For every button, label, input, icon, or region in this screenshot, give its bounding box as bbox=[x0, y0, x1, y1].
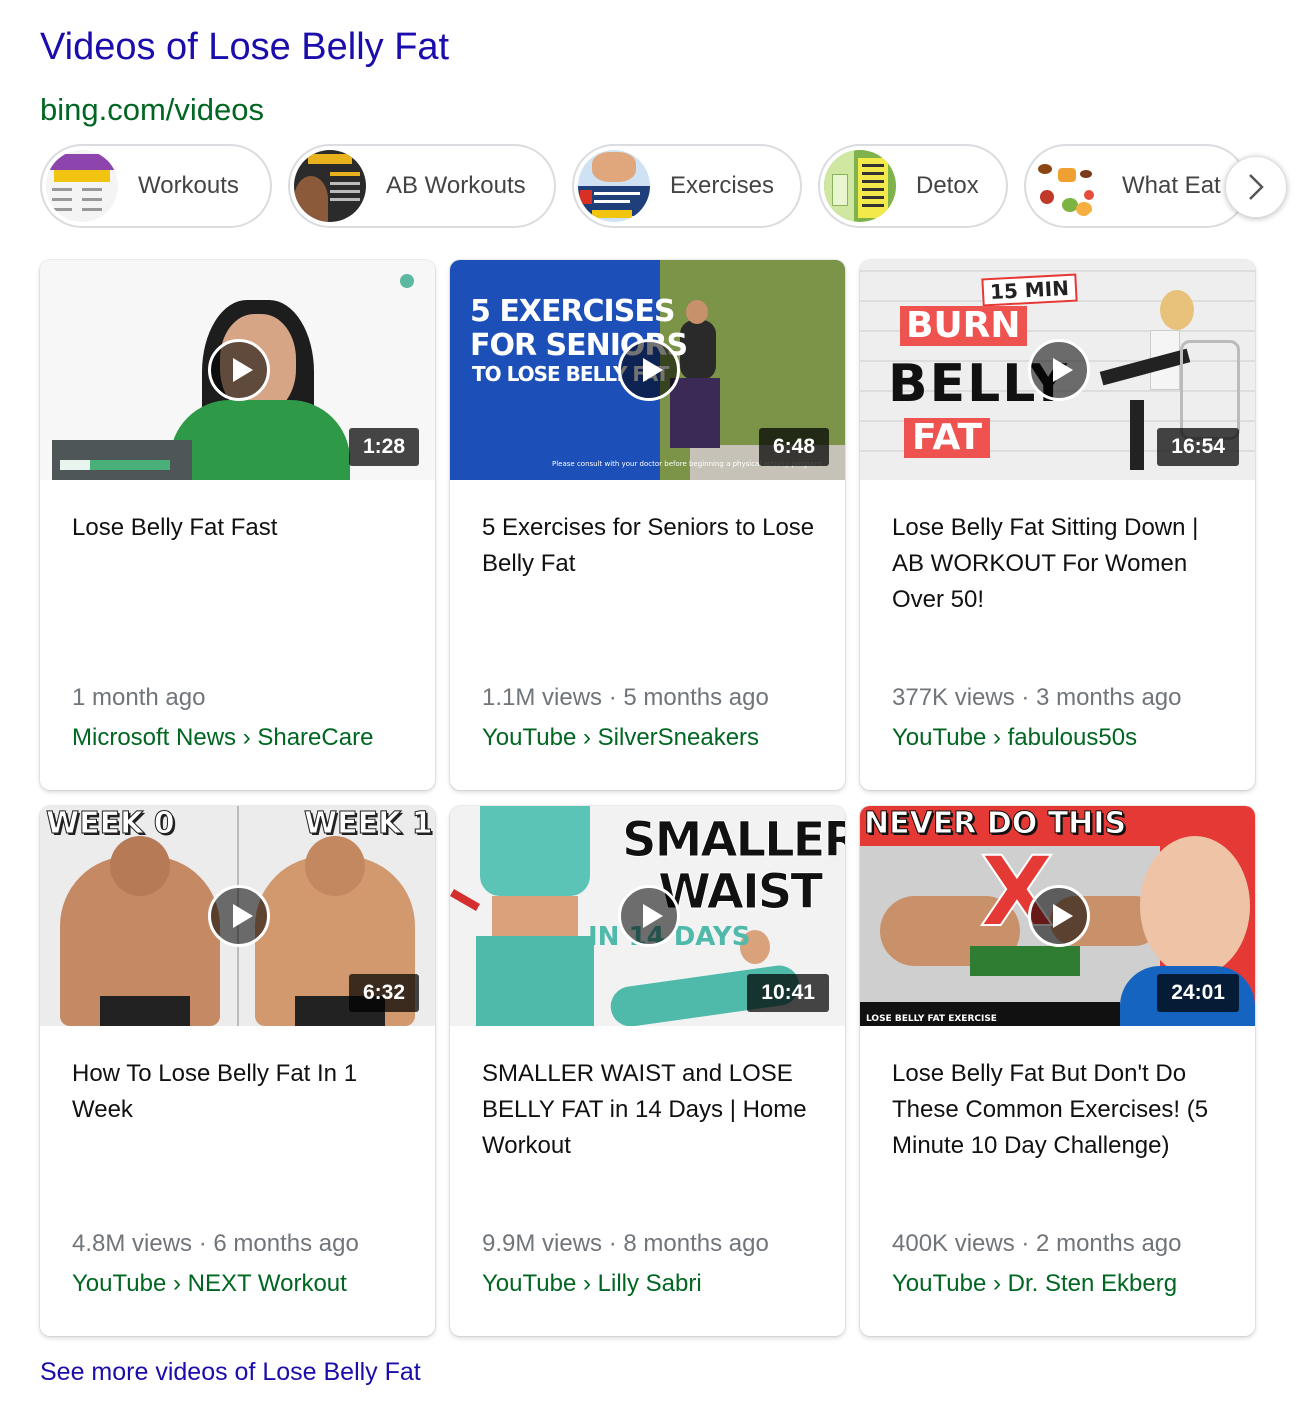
overlay-text: BURN bbox=[900, 306, 1027, 346]
chip-label: What Eat bbox=[1122, 172, 1221, 199]
see-more-videos-link[interactable]: See more videos of Lose Belly Fat bbox=[40, 1358, 421, 1387]
video-card[interactable]: WEEK 0 WEEK 1 6:32 How To Lose Belly Fat… bbox=[40, 806, 435, 1336]
chip-exercises[interactable]: Exercises bbox=[572, 144, 802, 228]
chips-next-button[interactable] bbox=[1225, 156, 1287, 218]
results-title-link[interactable]: Videos of Lose Belly Fat bbox=[40, 26, 449, 69]
overlay-text: WEEK 1 bbox=[304, 806, 434, 842]
video-title[interactable]: 5 Exercises for Seniors to Lose Belly Fa… bbox=[482, 510, 822, 582]
video-source: YouTube › SilverSneakers bbox=[482, 724, 760, 751]
chip-label: Exercises bbox=[670, 172, 775, 199]
chip-thumbnail bbox=[46, 150, 118, 222]
chip-thumbnail bbox=[1030, 150, 1102, 222]
chip-thumbnail bbox=[824, 150, 896, 222]
video-duration: 10:41 bbox=[747, 974, 829, 1012]
chip-label: AB Workouts bbox=[386, 172, 526, 199]
video-thumbnail[interactable]: 15 MIN BURN BELLY FAT 16:54 bbox=[860, 260, 1255, 480]
overlay-text: LOSE BELLY FAT EXERCISE bbox=[866, 1014, 997, 1024]
chevron-right-icon bbox=[1249, 174, 1264, 200]
video-meta: 377K views · 3 months ago bbox=[892, 684, 1182, 711]
overlay-text: FAT bbox=[904, 418, 991, 458]
video-duration: 1:28 bbox=[348, 428, 419, 466]
video-meta: 400K views · 2 months ago bbox=[892, 1230, 1182, 1257]
video-card[interactable]: NEVER DO THIS X LOSE BELLY FAT EXERCISE … bbox=[860, 806, 1255, 1336]
video-thumbnail[interactable]: NEVER DO THIS X LOSE BELLY FAT EXERCISE … bbox=[860, 806, 1255, 1026]
play-icon[interactable] bbox=[618, 339, 680, 401]
video-meta: 9.9M views · 8 months ago bbox=[482, 1230, 769, 1257]
play-icon[interactable] bbox=[208, 885, 270, 947]
chip-label: Workouts bbox=[138, 172, 239, 199]
video-duration: 6:48 bbox=[758, 428, 829, 466]
video-title[interactable]: Lose Belly Fat Sitting Down | AB WORKOUT… bbox=[892, 510, 1232, 618]
source-url: bing.com/videos bbox=[40, 92, 265, 127]
video-card[interactable]: SMALLER WAIST IN 14 DAYS 10:41 SMALLER W… bbox=[450, 806, 845, 1336]
video-title[interactable]: SMALLER WAIST and LOSE BELLY FAT in 14 D… bbox=[482, 1056, 822, 1164]
video-thumbnail[interactable]: 5 EXERCISES FOR SENIORS TO LOSE BELLY FA… bbox=[450, 260, 845, 480]
video-thumbnail[interactable]: SMALLER WAIST IN 14 DAYS 10:41 bbox=[450, 806, 845, 1026]
video-duration: 16:54 bbox=[1157, 428, 1239, 466]
chip-workouts[interactable]: Workouts bbox=[40, 144, 272, 228]
chip-ab-workouts[interactable]: AB Workouts bbox=[288, 144, 556, 228]
play-icon[interactable] bbox=[1028, 339, 1090, 401]
video-duration: 6:32 bbox=[348, 974, 419, 1012]
video-source: YouTube › fabulous50s bbox=[892, 724, 1138, 751]
chip-thumbnail bbox=[294, 150, 366, 222]
video-thumbnail[interactable]: WEEK 0 WEEK 1 6:32 bbox=[40, 806, 435, 1026]
play-icon[interactable] bbox=[208, 339, 270, 401]
video-card[interactable]: 1:28 Lose Belly Fat Fast 1 month ago Mic… bbox=[40, 260, 435, 790]
overlay-text: 15 MIN bbox=[981, 273, 1078, 307]
video-title[interactable]: Lose Belly Fat Fast bbox=[72, 510, 412, 546]
video-meta: 4.8M views · 6 months ago bbox=[72, 1230, 359, 1257]
video-card[interactable]: 5 EXERCISES FOR SENIORS TO LOSE BELLY FA… bbox=[450, 260, 845, 790]
video-source: YouTube › NEXT Workout bbox=[72, 1270, 347, 1297]
video-title[interactable]: How To Lose Belly Fat In 1 Week bbox=[72, 1056, 412, 1128]
chip-label: Detox bbox=[916, 172, 979, 199]
play-icon[interactable] bbox=[1028, 885, 1090, 947]
overlay-text: 5 EXERCISES bbox=[470, 294, 675, 329]
video-source: Microsoft News › ShareCare bbox=[72, 724, 374, 751]
video-thumbnail[interactable]: 1:28 bbox=[40, 260, 435, 480]
video-title[interactable]: Lose Belly Fat But Don't Do These Common… bbox=[892, 1056, 1232, 1164]
video-meta: 1 month ago bbox=[72, 684, 206, 711]
play-icon[interactable] bbox=[618, 885, 680, 947]
video-card[interactable]: 15 MIN BURN BELLY FAT 16:54 Lose Belly F… bbox=[860, 260, 1255, 790]
video-source: YouTube › Lilly Sabri bbox=[482, 1270, 702, 1297]
overlay-text: SMALLER bbox=[621, 812, 845, 869]
chip-what-eat[interactable]: What Eat bbox=[1024, 144, 1248, 228]
overlay-text: WEEK 0 bbox=[46, 806, 176, 842]
related-chips: Workouts AB Workouts Exercises Detox Wha… bbox=[40, 144, 1296, 230]
chip-detox[interactable]: Detox bbox=[818, 144, 1008, 228]
chip-thumbnail bbox=[578, 150, 650, 222]
video-duration: 24:01 bbox=[1157, 974, 1239, 1012]
video-meta: 1.1M views · 5 months ago bbox=[482, 684, 769, 711]
video-source: YouTube › Dr. Sten Ekberg bbox=[892, 1270, 1178, 1297]
overlay-text: WAIST bbox=[657, 864, 823, 921]
